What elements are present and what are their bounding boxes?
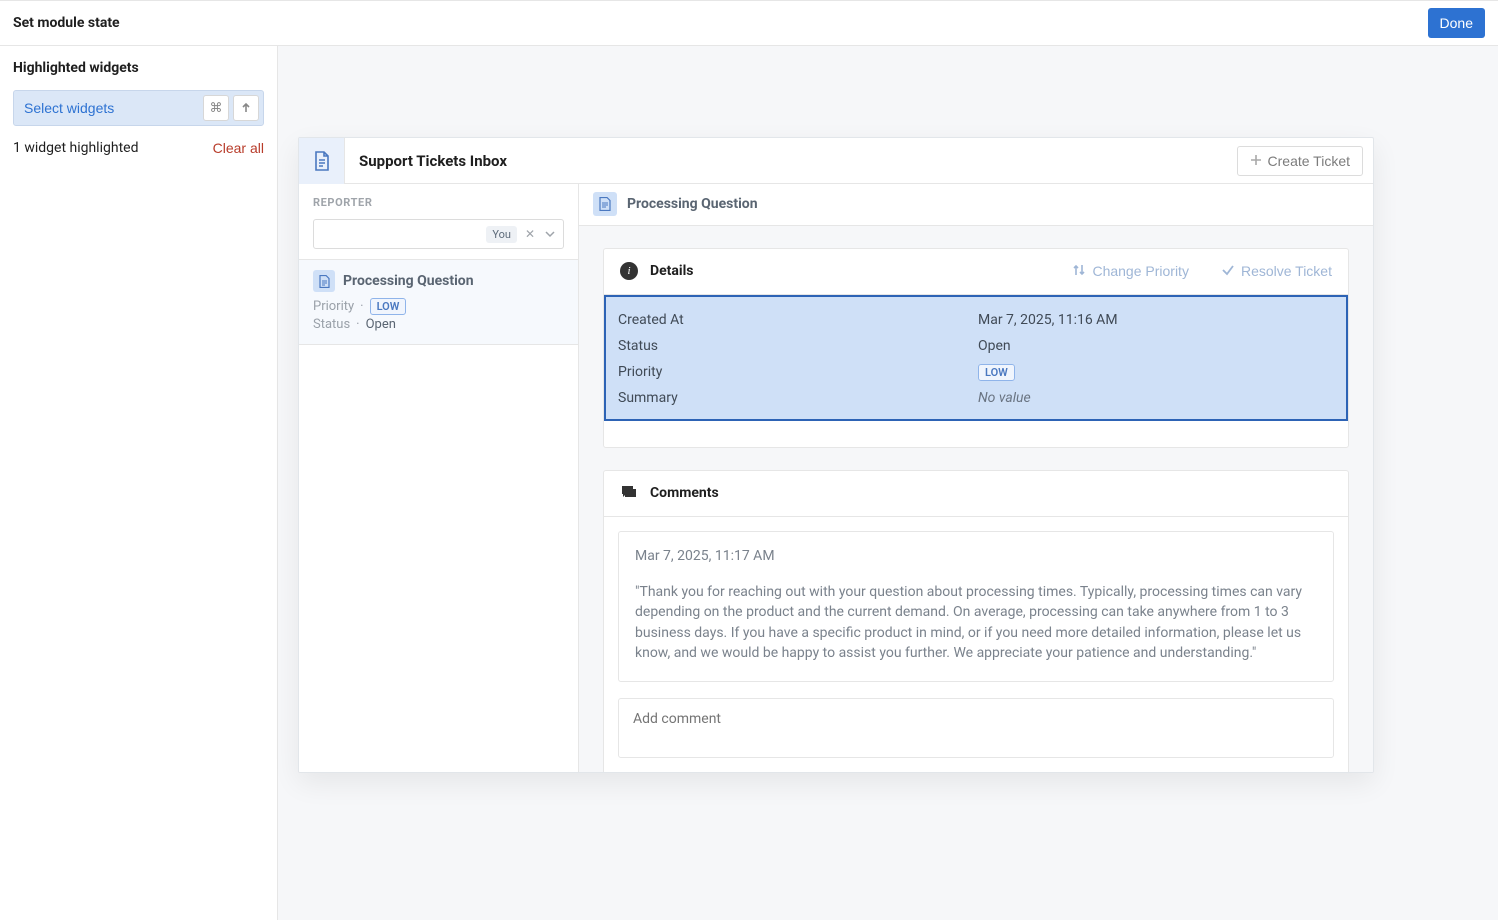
- detail-title: Processing Question: [627, 196, 758, 212]
- canvas-area: Support Tickets Inbox Create Ticket REPO…: [278, 46, 1498, 920]
- add-comment-input[interactable]: [618, 698, 1334, 758]
- up-arrow-hint: [233, 95, 259, 121]
- ticket-list-item[interactable]: Processing Question Priority · LOW Statu…: [299, 259, 578, 345]
- comment-body: "Thank you for reaching out with your qu…: [635, 582, 1317, 663]
- topbar: Set module state Done: [0, 0, 1498, 46]
- page-title: Set module state: [13, 15, 120, 31]
- document-icon: [313, 270, 335, 292]
- comments-icon: [620, 484, 638, 502]
- chevron-down-icon[interactable]: [543, 229, 557, 239]
- select-widgets-button[interactable]: Select widgets ⌘: [13, 90, 264, 126]
- priority-value-tag: LOW: [978, 364, 1015, 381]
- widget-count-text: 1 widget highlighted: [13, 140, 138, 156]
- comments-heading: Comments: [650, 485, 719, 501]
- check-icon: [1221, 263, 1235, 280]
- details-card: i Details Change Priority Resolve Ticket: [603, 248, 1349, 448]
- document-icon: [299, 138, 345, 184]
- create-ticket-label: Create Ticket: [1268, 153, 1350, 169]
- reporter-chip: You: [486, 226, 517, 243]
- created-at-value: Mar 7, 2025, 11:16 AM: [978, 312, 1118, 328]
- select-widgets-label: Select widgets: [24, 100, 199, 116]
- change-priority-label: Change Priority: [1092, 263, 1189, 279]
- status-value: Open: [978, 338, 1011, 354]
- ticket-sidebar: REPORTER You ✕: [299, 184, 579, 772]
- summary-label: Summary: [618, 390, 978, 406]
- preview-header: Support Tickets Inbox Create Ticket: [299, 138, 1373, 184]
- details-heading: Details: [650, 263, 694, 279]
- ticket-priority-label: Priority: [313, 299, 354, 314]
- reporter-label: REPORTER: [313, 196, 564, 209]
- status-label: Status: [618, 338, 978, 354]
- details-highlighted-widget[interactable]: Created At Mar 7, 2025, 11:16 AM Status …: [604, 295, 1348, 421]
- ticket-detail-panel: Processing Question i Details Cha: [579, 184, 1373, 772]
- resolve-ticket-button[interactable]: Resolve Ticket: [1221, 263, 1332, 280]
- preview-window: Support Tickets Inbox Create Ticket REPO…: [298, 137, 1374, 773]
- info-icon: i: [620, 262, 638, 280]
- comments-card: Comments Mar 7, 2025, 11:17 AM "Thank yo…: [603, 470, 1349, 772]
- sidebar: Highlighted widgets Select widgets ⌘ 1 w…: [0, 46, 278, 920]
- sort-icon: [1072, 263, 1086, 280]
- priority-label: Priority: [618, 364, 978, 380]
- comment-item: Mar 7, 2025, 11:17 AM "Thank you for rea…: [618, 531, 1334, 682]
- reporter-select[interactable]: You ✕: [313, 219, 564, 249]
- ticket-status-value: Open: [366, 317, 396, 332]
- ticket-item-title: Processing Question: [343, 273, 474, 289]
- preview-title: Support Tickets Inbox: [359, 152, 1237, 170]
- comment-timestamp: Mar 7, 2025, 11:17 AM: [635, 548, 1317, 564]
- cmd-key-hint: ⌘: [203, 95, 229, 121]
- done-button[interactable]: Done: [1428, 8, 1485, 38]
- document-icon: [593, 192, 617, 216]
- change-priority-button[interactable]: Change Priority: [1072, 263, 1189, 280]
- sidebar-heading: Highlighted widgets: [13, 60, 264, 76]
- clear-reporter-icon[interactable]: ✕: [523, 227, 537, 241]
- clear-all-button[interactable]: Clear all: [213, 140, 264, 156]
- create-ticket-button[interactable]: Create Ticket: [1237, 146, 1363, 176]
- summary-value: No value: [978, 390, 1031, 406]
- resolve-ticket-label: Resolve Ticket: [1241, 263, 1332, 279]
- priority-tag: LOW: [370, 298, 407, 315]
- plus-icon: [1250, 153, 1262, 169]
- created-at-label: Created At: [618, 312, 978, 328]
- ticket-status-label: Status: [313, 317, 350, 332]
